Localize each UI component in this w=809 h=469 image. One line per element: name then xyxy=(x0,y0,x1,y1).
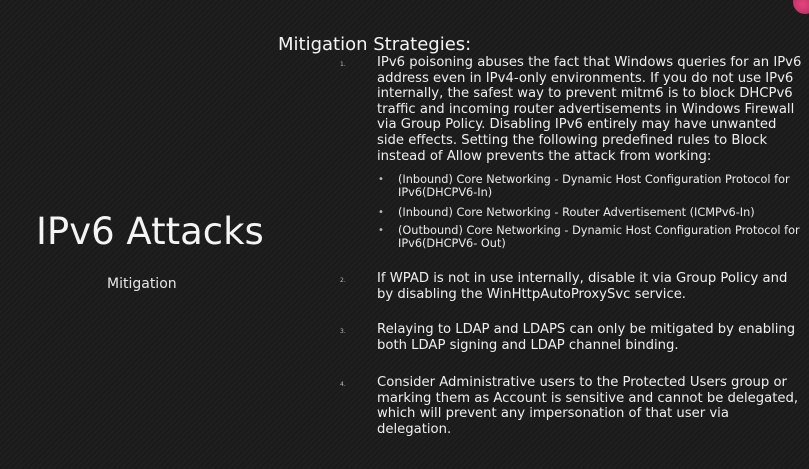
bullet-icon: • xyxy=(378,207,384,218)
slide-title: IPv6 Attacks xyxy=(36,210,264,253)
slide-subtitle: Mitigation xyxy=(107,276,177,292)
sub-list-item-text: (Inbound) Core Networking - Router Adver… xyxy=(398,206,755,219)
bullet-icon: • xyxy=(378,174,384,185)
list-item-text: Consider Administrative users to the Pro… xyxy=(377,375,799,437)
section-heading: Mitigation Strategies: xyxy=(278,34,472,55)
slide: IPv6 Attacks Mitigation Mitigation Strat… xyxy=(0,0,809,469)
list-number: 3. xyxy=(340,328,346,335)
list-number: 4. xyxy=(340,381,346,388)
list-item-text: If WPAD is not in use internally, disabl… xyxy=(377,271,788,302)
list-number: 2. xyxy=(340,277,346,284)
bullet-icon: • xyxy=(378,225,384,236)
sub-list-item-text: (Inbound) Core Networking - Dynamic Host… xyxy=(398,173,790,200)
list-number: 1. xyxy=(340,61,346,68)
sub-list-item-text: (Outbound) Core Networking - Dynamic Hos… xyxy=(398,224,800,251)
presenter-avatar xyxy=(793,0,809,14)
list-item-text: Relaying to LDAP and LDAPS can only be m… xyxy=(377,322,796,353)
list-item-text: IPv6 poisoning abuses the fact that Wind… xyxy=(377,55,802,164)
